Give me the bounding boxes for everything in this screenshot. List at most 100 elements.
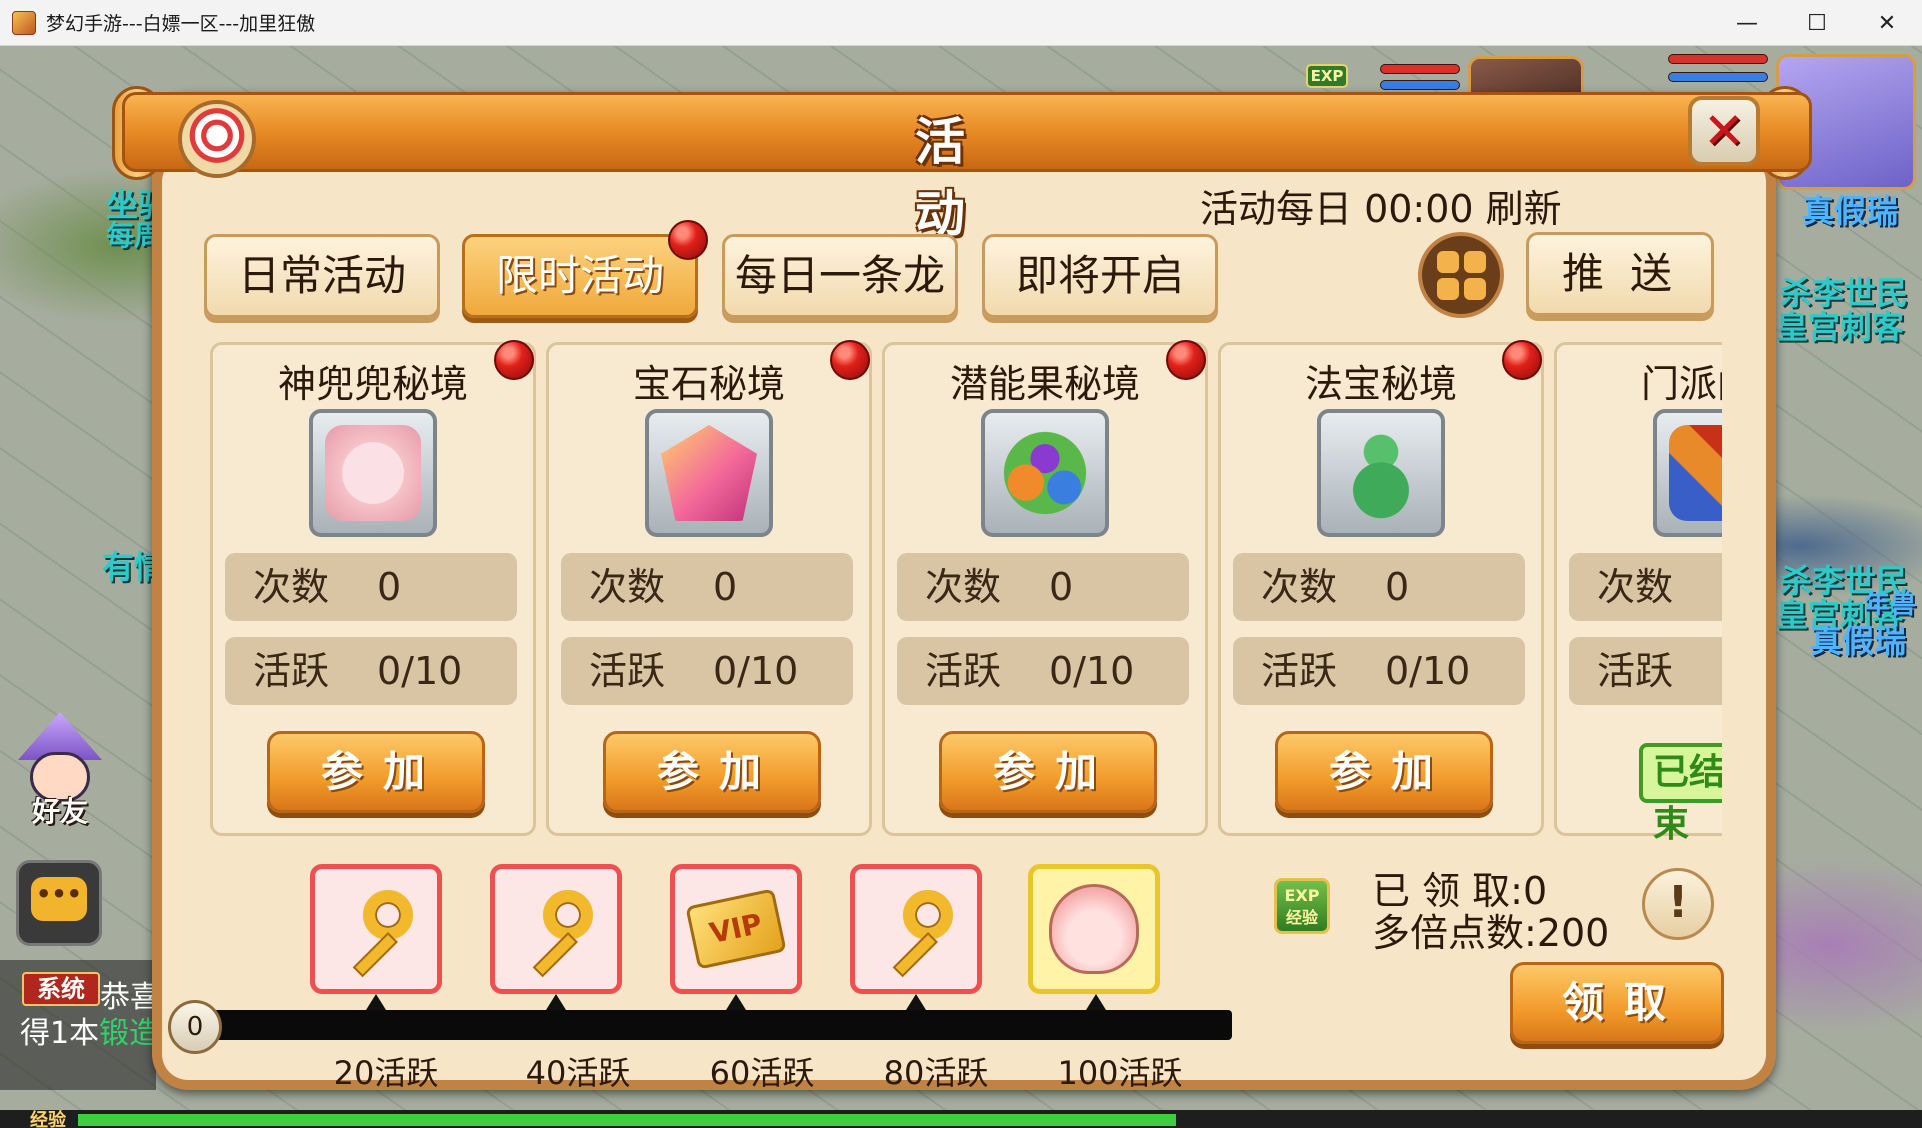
active-label: 活跃 bbox=[589, 649, 666, 693]
gourd-icon[interactable] bbox=[1317, 409, 1445, 537]
count-value: 0 bbox=[377, 565, 402, 609]
count-row: 次数 0 bbox=[897, 553, 1189, 621]
vip-card-icon: VIP bbox=[685, 888, 787, 970]
tab-daily[interactable]: 日常活动 bbox=[204, 234, 440, 318]
notification-dot bbox=[830, 340, 870, 380]
refresh-note: 活动每日 00:00 刷新 bbox=[1200, 187, 1562, 231]
chat-icon: ••• bbox=[31, 877, 87, 921]
count-label: 次数 bbox=[253, 565, 330, 609]
join-button[interactable]: 参加 bbox=[939, 731, 1157, 813]
count-row: 次数 0 bbox=[225, 553, 517, 621]
push-button[interactable]: 推送 bbox=[1526, 232, 1714, 316]
sword-icon[interactable] bbox=[1653, 409, 1722, 537]
tab-limited[interactable]: 限时活动 bbox=[462, 234, 698, 318]
active-row: 活跃 0/10 bbox=[561, 637, 853, 705]
activity-emblem-icon bbox=[178, 100, 256, 178]
count-value: 0 bbox=[713, 565, 738, 609]
reward-chest-60[interactable]: VIP bbox=[670, 864, 802, 994]
activity-name: 潜能果秘境 bbox=[949, 362, 1140, 406]
close-icon: ✕ bbox=[1703, 102, 1745, 160]
tier-marker bbox=[1086, 994, 1106, 1010]
friends-label: 好友 bbox=[31, 795, 88, 828]
activity-card: 法宝秘境 次数 0 活跃 0/10 参加 bbox=[1218, 342, 1544, 836]
notification-dot bbox=[1166, 340, 1206, 380]
hud-exp-badge: EXP bbox=[1306, 64, 1348, 88]
claim-button[interactable]: 领取 bbox=[1510, 962, 1724, 1044]
active-row: 活跃 0/10 bbox=[1233, 637, 1525, 705]
tab-daily-dragon[interactable]: 每日一条龙 bbox=[722, 234, 958, 318]
join-button[interactable]: 参加 bbox=[603, 731, 821, 813]
chat-highlight: 锻造 bbox=[99, 1016, 160, 1051]
reward-chest-80[interactable] bbox=[850, 864, 982, 994]
key-icon bbox=[513, 886, 599, 978]
notification-dot bbox=[668, 220, 708, 260]
chat-message: 得1本锻造 bbox=[20, 1008, 159, 1052]
active-label: 活跃 bbox=[253, 649, 330, 693]
key-icon bbox=[873, 886, 959, 978]
count-value: 0 bbox=[1049, 565, 1074, 609]
fruit-icon[interactable] bbox=[981, 409, 1109, 537]
activity-card: 宝石秘境 次数 0 活跃 0/10 参加 bbox=[546, 342, 872, 836]
window-controls: — ☐ ✕ bbox=[1712, 0, 1922, 46]
multiplier-points: 多倍点数:200 bbox=[1372, 902, 1609, 957]
info-icon[interactable]: ! bbox=[1642, 868, 1714, 940]
gem-icon[interactable] bbox=[645, 409, 773, 537]
count-label: 次数 bbox=[1597, 565, 1674, 609]
window-titlebar: 梦幻手游---白嫖一区---加里狂傲 — ☐ ✕ bbox=[0, 0, 1922, 46]
player-mp-bar bbox=[1668, 72, 1768, 82]
activity-list[interactable]: 神兜兜秘境 次数 0 活跃 0/10 参加 宝石秘境 次数 0 活跃 0/10 参加 潜… bbox=[208, 340, 1722, 840]
tier-label: 40活跃 bbox=[525, 1054, 631, 1092]
player-hp-bar bbox=[1668, 54, 1768, 64]
window-close-button[interactable]: ✕ bbox=[1852, 0, 1922, 46]
chat-button[interactable]: ••• bbox=[16, 860, 102, 946]
tier-label: 100活跃 bbox=[1057, 1054, 1183, 1092]
exp-bar bbox=[0, 1110, 1922, 1128]
exp-icon: EXP 经验 bbox=[1274, 878, 1330, 934]
exp-bar-label: 经验 bbox=[30, 1110, 66, 1128]
friends-button[interactable]: 好友 bbox=[8, 712, 112, 828]
tier-label: 20活跃 bbox=[333, 1054, 439, 1092]
activity-name: 门派闯关 bbox=[1640, 362, 1722, 406]
activity-name: 神兜兜秘境 bbox=[277, 362, 468, 406]
tier-marker bbox=[906, 994, 926, 1010]
close-button[interactable]: ✕ bbox=[1688, 96, 1760, 166]
maximize-button[interactable]: ☐ bbox=[1782, 0, 1852, 46]
tab-upcoming[interactable]: 即将开启 bbox=[982, 234, 1218, 318]
piggy-bag-icon[interactable] bbox=[309, 409, 437, 537]
window-title: 梦幻手游---白嫖一区---加里狂傲 bbox=[46, 13, 316, 35]
activity-card: 神兜兜秘境 次数 0 活跃 0/10 参加 bbox=[210, 342, 536, 836]
count-row: 次数 bbox=[1569, 553, 1722, 621]
gem-icon bbox=[661, 425, 757, 521]
join-button[interactable]: 参加 bbox=[267, 731, 485, 813]
active-label: 活跃 bbox=[925, 649, 1002, 693]
tier-label: 60活跃 bbox=[709, 1054, 815, 1092]
tier-marker bbox=[546, 994, 566, 1010]
ended-stamp: 已结束 bbox=[1639, 743, 1722, 840]
grid-menu-icon[interactable] bbox=[1418, 232, 1504, 318]
reward-chest-20[interactable] bbox=[310, 864, 442, 994]
count-value: 0 bbox=[1385, 565, 1410, 609]
count-label: 次数 bbox=[1261, 565, 1338, 609]
mp-bar bbox=[1380, 80, 1460, 90]
activity-progress-bar bbox=[200, 1010, 1232, 1040]
chat-prefix: 得1本 bbox=[20, 1016, 100, 1051]
piggy-bag-icon bbox=[325, 425, 421, 521]
activity-card: 门派闯关 次数 活跃 已结束 bbox=[1554, 342, 1722, 840]
reward-chest-100[interactable] bbox=[1028, 864, 1160, 994]
multiplier-value: 200 bbox=[1536, 911, 1610, 955]
count-label: 次数 bbox=[589, 565, 666, 609]
notification-dot bbox=[494, 340, 534, 380]
count-row: 次数 0 bbox=[1233, 553, 1525, 621]
reward-chest-40[interactable] bbox=[490, 864, 622, 994]
active-row: 活跃 0/10 bbox=[897, 637, 1189, 705]
notification-dot bbox=[1502, 340, 1542, 380]
join-button[interactable]: 参加 bbox=[1275, 731, 1493, 813]
active-row: 活跃 bbox=[1569, 637, 1722, 705]
count-row: 次数 0 bbox=[561, 553, 853, 621]
active-value: 0/10 bbox=[713, 649, 799, 693]
fruit-icon bbox=[997, 425, 1093, 521]
minimize-button[interactable]: — bbox=[1712, 0, 1782, 46]
hp-bar bbox=[1380, 64, 1460, 74]
active-value: 0/10 bbox=[1049, 649, 1135, 693]
active-label: 活跃 bbox=[1597, 649, 1674, 693]
